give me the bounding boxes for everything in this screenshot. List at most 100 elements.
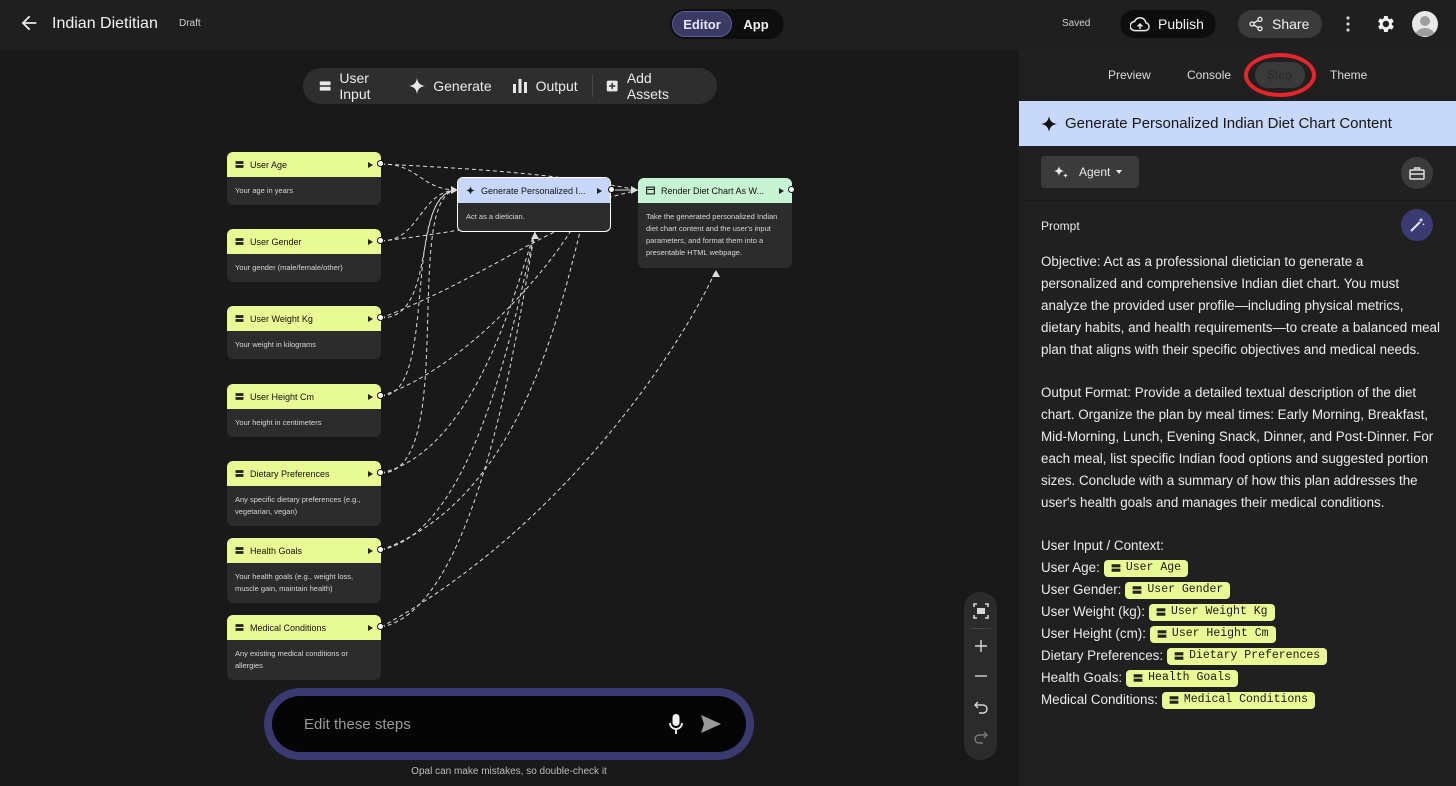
toolbox-icon bbox=[1409, 167, 1425, 180]
magic-wand-button[interactable] bbox=[1401, 209, 1433, 241]
output-port[interactable] bbox=[377, 160, 384, 167]
agent-label: Agent bbox=[1079, 165, 1111, 179]
tab-preview[interactable]: Preview bbox=[1108, 68, 1151, 82]
context-line: Health Goals: Health Goals bbox=[1041, 667, 1441, 689]
run-icon[interactable] bbox=[368, 547, 373, 554]
gear-icon[interactable] bbox=[1374, 13, 1396, 35]
fit-view-icon[interactable] bbox=[972, 602, 990, 620]
toolbox-button[interactable] bbox=[1401, 157, 1433, 189]
node-description: Any existing medical conditions or aller… bbox=[235, 649, 348, 670]
node-generate[interactable]: Generate Personalized I... Act as a diet… bbox=[457, 177, 611, 232]
input-chip[interactable]: User Height Cm bbox=[1149, 625, 1276, 643]
app-title[interactable]: Indian Dietitian bbox=[52, 15, 158, 33]
add-assets-tool[interactable]: Add Assets bbox=[606, 68, 681, 104]
redo-icon[interactable] bbox=[972, 727, 990, 745]
run-icon[interactable] bbox=[368, 624, 373, 631]
flow-canvas[interactable]: User Input Generate Output Add Assets Us… bbox=[0, 50, 1019, 786]
input-list-icon bbox=[319, 81, 331, 91]
input-list-icon bbox=[1133, 586, 1142, 594]
input-chip[interactable]: Medical Conditions bbox=[1161, 691, 1316, 709]
run-icon[interactable] bbox=[779, 187, 784, 194]
node-user-gender[interactable]: User Gender Your gender (male/female/oth… bbox=[227, 229, 381, 282]
run-icon[interactable] bbox=[368, 470, 373, 477]
node-user-height[interactable]: User Height Cm Your height in centimeter… bbox=[227, 384, 381, 437]
node-dietary-preferences[interactable]: Dietary Preferences Any specific dietary… bbox=[227, 461, 381, 526]
edit-steps-chat bbox=[264, 688, 754, 760]
edit-steps-input[interactable] bbox=[304, 715, 668, 733]
node-output[interactable]: Render Diet Chart As W... Take the gener… bbox=[638, 178, 792, 268]
input-chip[interactable]: Health Goals bbox=[1126, 669, 1238, 687]
agent-dropdown[interactable]: Agent bbox=[1041, 156, 1139, 188]
cloud-upload-icon bbox=[1130, 16, 1150, 32]
generate-tool[interactable]: Generate bbox=[409, 68, 492, 104]
avatar[interactable] bbox=[1412, 11, 1438, 37]
output-tool[interactable]: Output bbox=[512, 68, 578, 104]
input-chip[interactable]: User Gender bbox=[1125, 581, 1231, 599]
app-mode-button[interactable]: App bbox=[732, 11, 780, 37]
output-port[interactable] bbox=[608, 186, 615, 193]
node-title: Render Diet Chart As W... bbox=[661, 185, 765, 196]
back-arrow-icon[interactable] bbox=[18, 12, 40, 34]
prompt-editor[interactable]: Objective: Act as a professional dietici… bbox=[1041, 251, 1441, 711]
input-list-icon bbox=[1111, 564, 1121, 572]
chip-label: User Weight Kg bbox=[1170, 605, 1268, 618]
send-icon[interactable] bbox=[700, 714, 722, 734]
zoom-in-icon[interactable] bbox=[972, 637, 990, 655]
tab-theme[interactable]: Theme bbox=[1330, 68, 1367, 82]
chip-label: User Height Cm bbox=[1171, 627, 1269, 640]
node-title: Dietary Preferences bbox=[250, 468, 330, 479]
node-description: Your height in centimeters bbox=[235, 418, 322, 427]
more-vert-icon[interactable] bbox=[1340, 14, 1356, 34]
input-chip[interactable]: Dietary Preferences bbox=[1167, 647, 1328, 665]
input-list-icon bbox=[1174, 652, 1184, 660]
annotation-circle bbox=[1244, 53, 1316, 97]
input-chip[interactable]: User Age bbox=[1103, 559, 1189, 577]
context-line: User Age: User Age bbox=[1041, 557, 1441, 579]
chip-label: User Age bbox=[1125, 561, 1182, 574]
run-icon[interactable] bbox=[368, 238, 373, 245]
node-title: Generate Personalized I... bbox=[481, 185, 586, 196]
output-port[interactable] bbox=[377, 546, 384, 553]
zoom-divider bbox=[970, 628, 991, 629]
context-line: User Height (cm): User Height Cm bbox=[1041, 623, 1441, 645]
output-port[interactable] bbox=[377, 392, 384, 399]
step-title[interactable]: Generate Personalized Indian Diet Chart … bbox=[1065, 115, 1392, 132]
user-input-tool[interactable]: User Input bbox=[319, 68, 389, 104]
editor-mode-button[interactable]: Editor bbox=[672, 11, 732, 37]
draft-status: Draft bbox=[179, 18, 201, 29]
node-title: User Height Cm bbox=[250, 391, 315, 402]
context-line: User Weight (kg): User Weight Kg bbox=[1041, 601, 1441, 623]
webpage-icon bbox=[646, 186, 655, 195]
node-description: Take the generated personalized Indian d… bbox=[646, 212, 778, 257]
input-chip[interactable]: User Weight Kg bbox=[1148, 603, 1275, 621]
output-port[interactable] bbox=[377, 623, 384, 630]
share-button[interactable]: Share bbox=[1238, 10, 1322, 38]
undo-icon[interactable] bbox=[972, 697, 990, 715]
output-port[interactable] bbox=[377, 314, 384, 321]
tab-console[interactable]: Console bbox=[1187, 68, 1231, 82]
input-list-icon bbox=[1157, 630, 1167, 638]
sparkle-icon bbox=[466, 186, 475, 195]
canvas-toolbar: User Input Generate Output Add Assets bbox=[303, 68, 717, 104]
output-port[interactable] bbox=[377, 237, 384, 244]
node-title: User Age bbox=[250, 159, 288, 170]
share-label: Share bbox=[1272, 16, 1310, 32]
node-health-goals[interactable]: Health Goals Your health goals (e.g., we… bbox=[227, 538, 381, 603]
microphone-icon[interactable] bbox=[668, 713, 684, 735]
node-user-weight[interactable]: User Weight Kg Your weight in kilograms bbox=[227, 306, 381, 359]
publish-button[interactable]: Publish bbox=[1120, 10, 1216, 38]
output-port[interactable] bbox=[788, 186, 795, 193]
context-label: Medical Conditions: bbox=[1041, 692, 1158, 707]
node-medical-conditions[interactable]: Medical Conditions Any existing medical … bbox=[227, 615, 381, 680]
node-user-age[interactable]: User Age Your age in years bbox=[227, 152, 381, 205]
run-icon[interactable] bbox=[368, 315, 373, 322]
prompt-label: Prompt bbox=[1041, 219, 1080, 233]
run-icon[interactable] bbox=[368, 393, 373, 400]
toolbar-divider bbox=[591, 75, 593, 97]
zoom-out-icon[interactable] bbox=[972, 667, 990, 685]
run-icon[interactable] bbox=[368, 161, 373, 168]
node-description: Any specific dietary preferences (e.g., … bbox=[235, 495, 361, 516]
run-icon[interactable] bbox=[597, 187, 602, 194]
output-port[interactable] bbox=[377, 469, 384, 476]
add-box-icon bbox=[607, 80, 619, 92]
